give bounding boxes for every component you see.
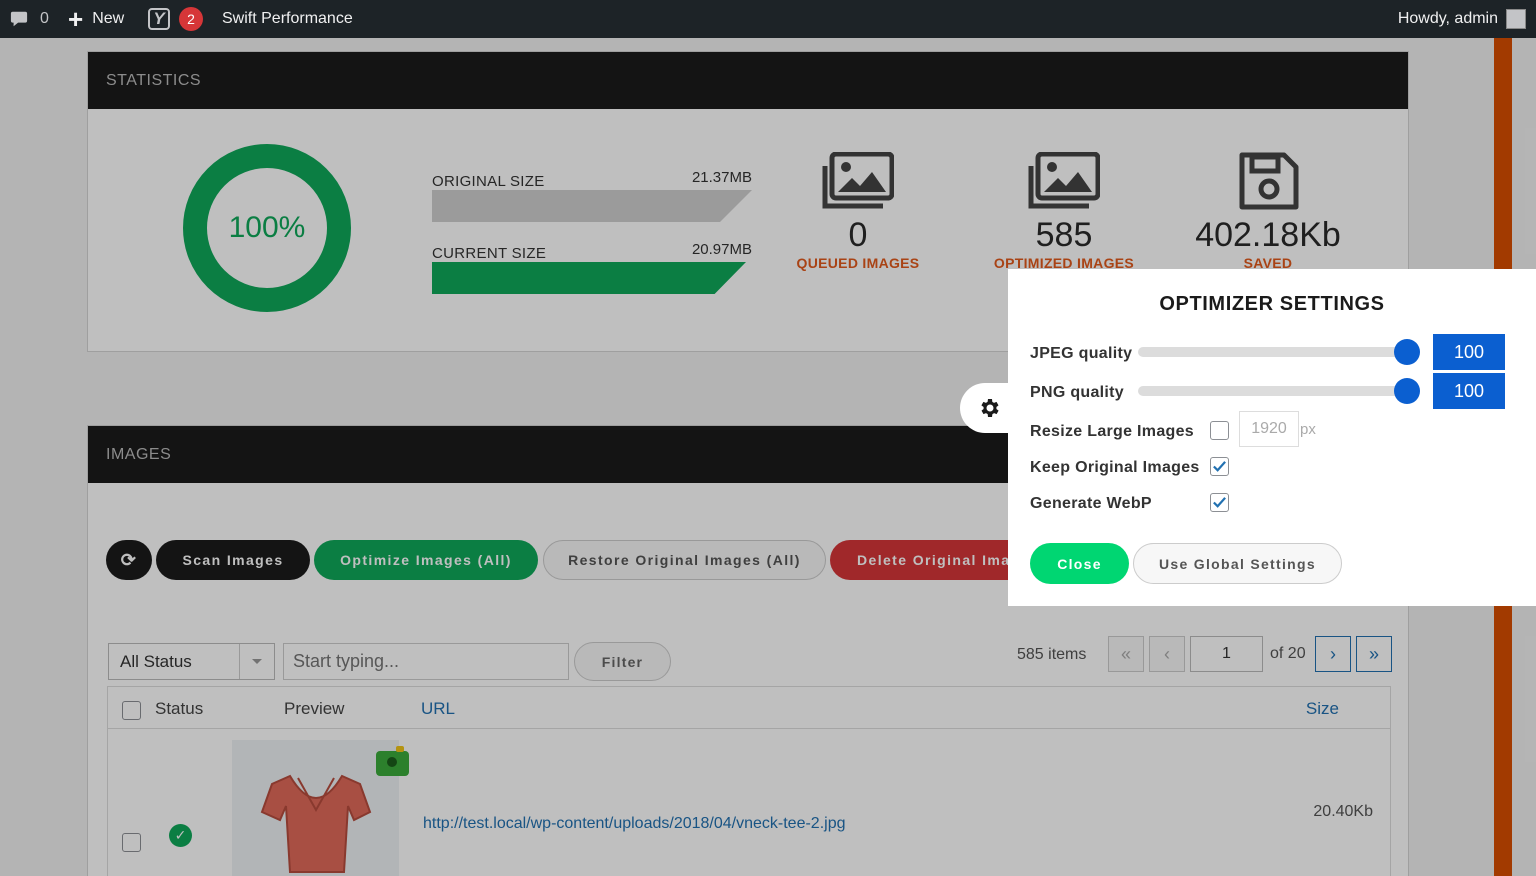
statistics-header: STATISTICS [88,52,1408,109]
keep-original-checkbox[interactable] [1210,457,1229,476]
column-size[interactable]: Size [1306,699,1339,719]
swift-performance-link[interactable]: Swift Performance [222,0,353,38]
plus-icon: + [68,4,84,34]
floppy-disk-icon [1239,152,1299,210]
first-page-button[interactable]: « [1108,636,1144,672]
image-size: 20.40Kb [1313,803,1373,820]
image-preview [232,740,399,876]
current-size-label: CURRENT SIZE [432,245,547,262]
camera-icon [376,746,409,776]
optimization-percent: 100% [228,211,306,244]
optimized-count: 585 [1035,216,1093,254]
table-header: Status Preview URL Size [108,687,1390,729]
resize-unit: px [1300,421,1316,438]
use-global-settings-button[interactable]: Use Global Settings [1133,543,1342,584]
column-url[interactable]: URL [421,699,455,719]
queued-count: 0 [848,216,868,254]
image-stack-icon [1028,152,1100,209]
optimized-status-icon: ✓ [169,824,192,847]
webp-label: Generate WebP [1030,495,1152,512]
queued-images-stat: 0 QUEUED IMAGES [768,152,948,271]
png-quality-slider[interactable] [1138,386,1418,396]
items-count: 585 items [1017,646,1087,663]
image-stack-icon [822,152,894,209]
restore-all-button[interactable]: Restore Original Images (All) [543,540,826,580]
yoast-menu[interactable]: Y 2 [148,0,203,38]
resize-width-input[interactable]: 1920 [1239,411,1299,447]
select-divider [239,644,240,679]
yoast-icon: Y [148,8,170,30]
optimization-ring: 100% [183,144,351,312]
queued-label: QUEUED IMAGES [796,255,920,271]
optimize-all-button[interactable]: Optimize Images (All) [314,540,538,580]
chevron-down-icon [252,659,262,664]
original-size-bar [432,190,752,222]
png-quality-value[interactable]: 100 [1433,373,1505,409]
yoast-badge: 2 [179,7,203,31]
tshirt-thumbnail-icon [260,774,372,873]
select-all-checkbox[interactable] [122,701,141,720]
refresh-icon: ⟳ [120,549,138,570]
search-input[interactable] [283,643,569,680]
png-quality-knob[interactable] [1394,378,1420,404]
admin-bar: 0 + New Y 2 Swift Performance Howdy, adm… [0,0,1536,38]
next-page-button[interactable]: › [1315,636,1351,672]
close-button[interactable]: Close [1030,543,1129,584]
page-total: of 20 [1270,645,1306,662]
jpeg-quality-value[interactable]: 100 [1433,334,1505,370]
filter-button[interactable]: Filter [574,642,671,681]
scan-images-button[interactable]: Scan Images [156,540,310,580]
png-quality-label: PNG quality [1030,384,1124,401]
new-label: New [92,10,125,27]
saved-stat: 402.18Kb SAVED [1178,152,1358,271]
original-size-value: 21.37MB [691,169,752,186]
page-number-input[interactable] [1190,636,1263,672]
image-url-link[interactable]: http://test.local/wp-content/uploads/201… [423,815,845,833]
comments-link[interactable]: 0 [10,0,49,38]
jpeg-quality-label: JPEG quality [1030,345,1133,362]
resize-checkbox[interactable] [1210,421,1229,440]
new-content-link[interactable]: + New [68,0,124,38]
saved-value: 402.18Kb [1195,216,1341,254]
resize-label: Resize Large Images [1030,423,1194,440]
optimized-images-stat: 585 OPTIMIZED IMAGES [974,152,1154,271]
original-size-label: ORIGINAL SIZE [432,173,545,190]
modal-title: OPTIMIZER SETTINGS [1159,293,1385,315]
settings-toggle[interactable] [960,383,1014,433]
checkmark-icon [1213,497,1226,508]
column-status: Status [155,699,204,718]
optimizer-settings-modal: OPTIMIZER SETTINGS JPEG quality 100 PNG … [1008,269,1536,606]
column-preview: Preview [284,699,345,718]
comments-count: 0 [40,10,49,27]
current-size-bar [432,262,746,294]
account-menu[interactable]: Howdy, admin [1398,0,1526,38]
keep-original-label: Keep Original Images [1030,459,1200,476]
prev-page-button[interactable]: ‹ [1149,636,1185,672]
row-checkbox[interactable] [122,833,141,852]
last-page-button[interactable]: » [1356,636,1392,672]
status-select[interactable]: All Status [108,643,275,680]
avatar [1506,9,1526,29]
current-size-value: 20.97MB [691,241,752,258]
checkmark-icon [1213,461,1226,472]
images-table: Status Preview URL Size ✓ http://test.lo… [107,686,1391,876]
status-select-value: All Status [120,651,192,671]
delete-originals-button[interactable]: Delete Original Images (All) [830,540,1030,580]
gear-icon [981,399,999,417]
jpeg-quality-knob[interactable] [1394,339,1420,365]
howdy-text: Howdy, admin [1397,10,1498,27]
refresh-button[interactable]: ⟳ [106,540,152,580]
jpeg-quality-slider[interactable] [1138,347,1418,357]
comment-icon [10,11,28,27]
webp-checkbox[interactable] [1210,493,1229,512]
